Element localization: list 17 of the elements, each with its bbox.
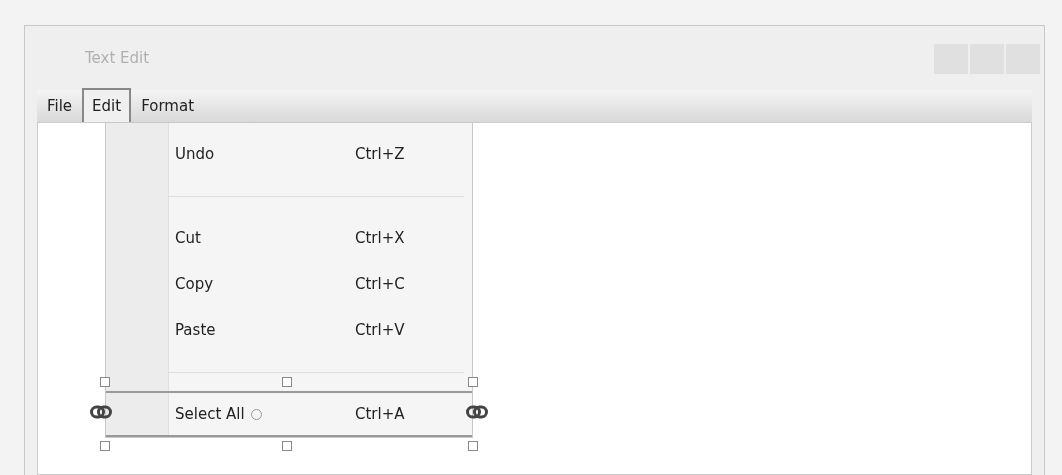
menu-option[interactable]: Copy Ctrl+C	[169, 261, 464, 307]
resize-handle[interactable]	[282, 377, 292, 387]
menu-item[interactable]: Edit	[82, 88, 132, 124]
menu-item[interactable]: File	[37, 90, 83, 122]
menu-option[interactable]: Undo Ctrl+Z	[169, 131, 464, 177]
resize-handle[interactable]	[100, 441, 110, 451]
menu-option[interactable]: Select All Ctrl+A	[106, 391, 472, 437]
link-icon	[90, 405, 112, 419]
resize-handle[interactable]	[282, 441, 292, 451]
link-icon	[466, 405, 488, 419]
window-title: Text Edit	[85, 47, 150, 69]
menu-item[interactable]: Format	[131, 90, 205, 122]
resize-handle[interactable]	[100, 377, 110, 387]
menu-option[interactable]: Cut Ctrl+X	[169, 215, 464, 261]
resize-handle[interactable]	[468, 441, 478, 451]
menu-option[interactable]: Paste Ctrl+V	[169, 307, 464, 353]
resize-handle[interactable]	[468, 377, 478, 387]
